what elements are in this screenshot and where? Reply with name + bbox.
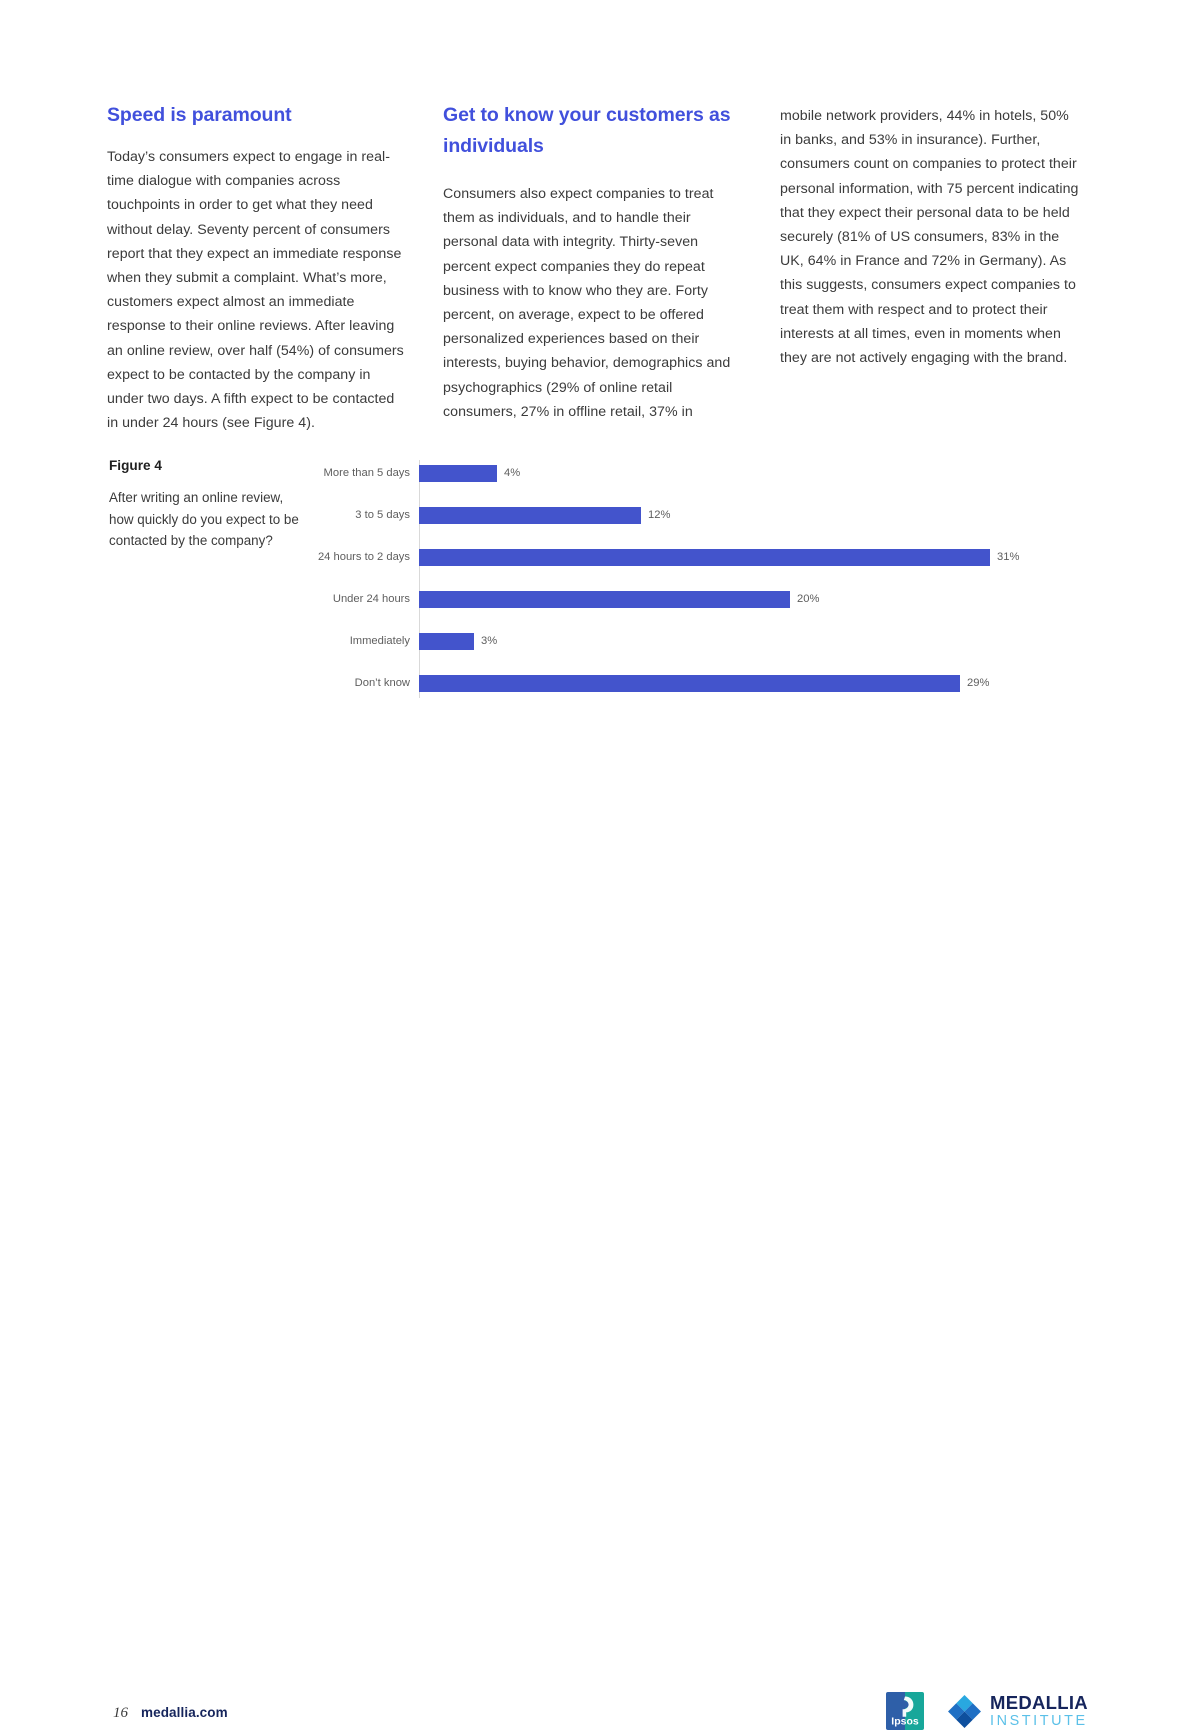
chart-bar-track: 20% bbox=[419, 591, 819, 608]
chart-bar-value-label: 20% bbox=[797, 593, 820, 605]
chart-bar bbox=[419, 465, 497, 482]
chart-bar bbox=[419, 633, 474, 650]
medallia-institute-text: INSTITUTE bbox=[990, 1713, 1088, 1730]
chart-bar-track: 12% bbox=[419, 507, 670, 524]
chart-bar-row: Under 24 hours 20% bbox=[305, 591, 1045, 608]
article-column-1: Speed is paramount Today’s consumers exp… bbox=[107, 100, 407, 435]
ipsos-logo-icon: Ipsos bbox=[886, 1692, 924, 1730]
medallia-wordmark: MEDALLIA INSTITUTE bbox=[990, 1691, 1088, 1730]
chart-category-axis bbox=[419, 460, 420, 698]
medallia-institute-logo: MEDALLIA INSTITUTE bbox=[948, 1691, 1088, 1730]
chart-bar-track: 29% bbox=[419, 675, 989, 692]
figure-4-bar-chart: More than 5 days 4% 3 to 5 days 12% 24 hours… bbox=[305, 455, 1045, 705]
chart-bar-value-label: 31% bbox=[997, 551, 1020, 563]
chart-bar-value-label: 3% bbox=[481, 635, 498, 647]
chart-bar-row: Don’t know 29% bbox=[305, 675, 1045, 692]
chart-bar-value-label: 29% bbox=[967, 677, 990, 689]
chart-bar-value-label: 4% bbox=[504, 467, 521, 479]
article-column-2: Get to know your customers as individual… bbox=[443, 100, 733, 424]
page-number: 16 bbox=[113, 1705, 128, 1721]
chart-bar-row: 3 to 5 days 12% bbox=[305, 507, 1045, 524]
chart-bar-value-label: 12% bbox=[648, 509, 671, 521]
chart-bar-track: 4% bbox=[419, 465, 520, 482]
chart-bar-row: More than 5 days 4% bbox=[305, 465, 1045, 482]
figure-question: After writing an online review, how quic… bbox=[109, 490, 299, 548]
figure-number: Figure 4 bbox=[109, 458, 162, 473]
chart-bar-category-label: 3 to 5 days bbox=[355, 509, 410, 521]
footer-left-group: 16 medallia.com bbox=[113, 1705, 228, 1722]
column-1-body: Today’s consumers expect to engage in re… bbox=[107, 149, 404, 432]
chart-bar-track: 3% bbox=[419, 633, 497, 650]
chart-bar-row: Immediately 3% bbox=[305, 633, 1045, 650]
document-page: Speed is paramount Today’s consumers exp… bbox=[0, 0, 1184, 1730]
column-1-heading: Speed is paramount bbox=[107, 104, 292, 126]
chart-bar-row: 24 hours to 2 days 31% bbox=[305, 549, 1045, 566]
chart-bar-track: 31% bbox=[419, 549, 1019, 566]
page-footer: 16 medallia.com Ipsos MEDALLIA INSTITUTE bbox=[0, 845, 1184, 1730]
chart-bar-category-label: Don’t know bbox=[354, 677, 410, 689]
chart-bar bbox=[419, 549, 990, 566]
column-2-heading: Get to know your customers as individual… bbox=[443, 104, 731, 157]
chart-bar bbox=[419, 507, 641, 524]
article-column-3: mobile network providers, 44% in hotels,… bbox=[780, 100, 1080, 370]
medallia-diamond-icon bbox=[948, 1694, 981, 1728]
chart-bar-category-label: Immediately bbox=[349, 635, 410, 647]
chart-plot-area: More than 5 days 4% 3 to 5 days 12% 24 hours… bbox=[305, 455, 1045, 705]
figure-caption: Figure 4 After writing an online review,… bbox=[109, 458, 299, 552]
chart-bar bbox=[419, 591, 790, 608]
svg-text:Ipsos: Ipsos bbox=[891, 1716, 919, 1728]
chart-bar-category-label: More than 5 days bbox=[323, 467, 410, 479]
footer-website: medallia.com bbox=[141, 1705, 228, 1720]
medallia-name-text: MEDALLIA bbox=[990, 1691, 1088, 1713]
chart-bar-category-label: 24 hours to 2 days bbox=[317, 551, 410, 563]
footer-logo-group: Ipsos MEDALLIA INSTITUTE bbox=[886, 1692, 1088, 1730]
column-3-body: mobile network providers, 44% in hotels,… bbox=[780, 108, 1079, 367]
chart-bar-category-label: Under 24 hours bbox=[332, 593, 410, 605]
column-2-body: Consumers also expect companies to treat… bbox=[443, 186, 731, 420]
chart-bar bbox=[419, 675, 960, 692]
